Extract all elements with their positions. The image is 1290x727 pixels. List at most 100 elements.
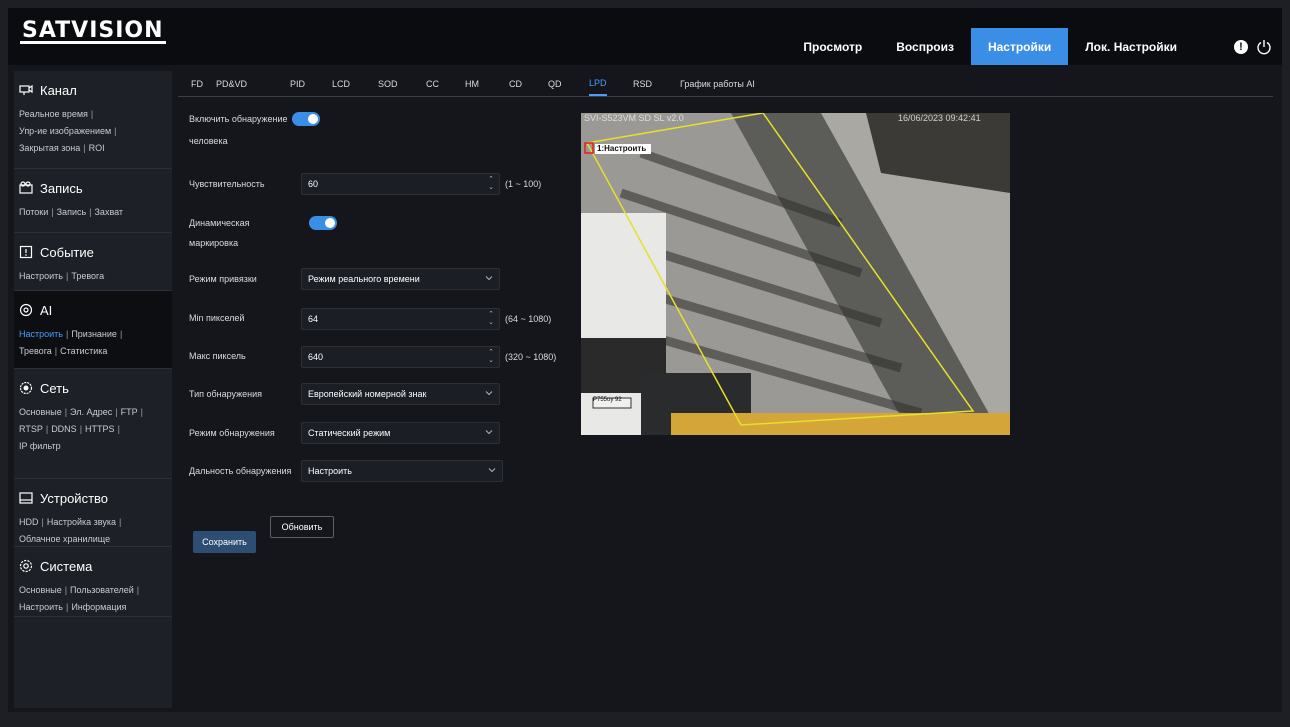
tab-pd-vd[interactable]: PD&VD <box>216 71 247 96</box>
video-preview[interactable]: SVI-S523VM SD SL v2.0 16/06/2023 09:42:4… <box>581 113 1010 435</box>
sidebar-section-header[interactable]: Устройство <box>19 487 167 509</box>
tab-hm[interactable]: HM <box>465 71 479 96</box>
chevron-down-icon <box>485 276 493 281</box>
app-window: SATVISION Просмотр Воспроиз Настройки Ло… <box>8 8 1282 712</box>
enable-label: Включить обнаружение <box>189 114 288 124</box>
network-icon <box>19 381 33 395</box>
sensitivity-input[interactable]: 60 ⌃ ⌄ <box>301 173 500 195</box>
tab-cc[interactable]: CC <box>426 71 439 96</box>
sidebar-link[interactable]: Основные <box>19 407 62 417</box>
sidebar-link[interactable]: Настройка звука <box>47 517 116 527</box>
plate-text: P755oy 92 <box>593 397 622 403</box>
sidebar-link[interactable]: Основные <box>19 585 62 595</box>
chevron-down-icon <box>485 391 493 396</box>
snap-label: Режим привязки <box>189 274 257 284</box>
nav-local-settings[interactable]: Лок. Настройки <box>1068 28 1194 65</box>
sidebar-link[interactable]: Захват <box>95 207 124 217</box>
sidebar-link-line: Закрытая зона | ROI <box>19 140 167 157</box>
dynamic-label-2: маркировка <box>189 238 239 248</box>
sidebar-link[interactable]: Эл. Адрес <box>70 407 112 417</box>
link-separator: | <box>45 424 49 434</box>
sidebar-link-line: Тревога | Статистика <box>19 343 167 360</box>
nav-settings[interactable]: Настройки <box>970 28 1069 65</box>
max-label: Макс пиксель <box>189 351 246 361</box>
tab-pid[interactable]: PID <box>290 71 305 96</box>
refresh-button[interactable]: Обновить <box>270 516 334 538</box>
sidebar-section-header[interactable]: Событие <box>19 241 167 263</box>
sidebar-link[interactable]: Признание <box>71 329 117 339</box>
sensitivity-spinner-icon[interactable]: ⌃ ⌄ <box>488 176 494 192</box>
dynamic-toggle[interactable] <box>309 216 337 230</box>
link-separator: | <box>51 207 54 217</box>
tab-rsd[interactable]: RSD <box>633 71 652 96</box>
link-separator: | <box>136 585 140 595</box>
sidebar-link[interactable]: FTP <box>121 407 138 417</box>
snap-select[interactable]: Режим реального времени <box>301 268 500 290</box>
tab-qd[interactable]: QD <box>548 71 562 96</box>
tab-lpd[interactable]: LPD <box>589 71 607 96</box>
enable-toggle[interactable] <box>291 112 320 126</box>
min-row: Min пикселей <box>189 308 299 328</box>
sidebar-section-header[interactable]: Канал <box>19 79 167 101</box>
min-pixels-input[interactable]: 64 ⌃ ⌄ <box>301 308 500 330</box>
max-row: Макс пиксель <box>189 346 299 366</box>
sidebar-link[interactable]: Информация <box>71 602 126 612</box>
link-separator: | <box>54 346 58 356</box>
mode-select[interactable]: Статический режим <box>301 422 500 444</box>
sidebar-link[interactable]: DDNS <box>51 424 77 434</box>
sidebar-link[interactable]: Пользователей <box>70 585 134 595</box>
link-separator: | <box>117 424 120 434</box>
tab-lcd[interactable]: LCD <box>332 71 350 96</box>
sidebar-link[interactable]: Реальное время <box>19 109 88 119</box>
mode-value: Статический режим <box>308 428 391 438</box>
alert-icon[interactable]: ! <box>1234 39 1248 54</box>
sidebar-link[interactable]: Потоки <box>19 207 48 217</box>
type-select[interactable]: Европейский номерной знак <box>301 383 500 405</box>
distance-select[interactable]: Настроить <box>301 460 503 482</box>
sidebar-link[interactable]: Настроить <box>19 329 63 339</box>
min-spinner-icon[interactable]: ⌃ ⌄ <box>488 311 494 327</box>
sidebar-link[interactable]: Запись <box>57 207 87 217</box>
link-separator: | <box>65 271 69 281</box>
sidebar-link[interactable]: Тревога <box>19 346 52 356</box>
power-icon[interactable] <box>1256 39 1272 55</box>
sidebar-link[interactable]: Тревога <box>71 271 104 281</box>
sidebar-links: Настроить | Тревога <box>19 268 167 285</box>
sidebar-section-header[interactable]: Система <box>19 555 167 577</box>
tab-sod[interactable]: SOD <box>378 71 398 96</box>
sidebar-link[interactable]: Настроить <box>19 602 63 612</box>
sidebar-link[interactable]: RTSP <box>19 424 43 434</box>
sidebar-link[interactable]: Статистика <box>60 346 107 356</box>
sidebar-link[interactable]: HDD <box>19 517 39 527</box>
sidebar-link[interactable]: HTTPS <box>85 424 115 434</box>
sidebar-link[interactable]: Закрытая зона <box>19 143 80 153</box>
sidebar-section-header[interactable]: Запись <box>19 177 167 199</box>
link-separator: | <box>41 517 44 527</box>
snap-row: Режим привязки <box>189 269 299 289</box>
max-spinner-icon[interactable]: ⌃ ⌄ <box>488 349 494 365</box>
max-pixels-input[interactable]: 640 ⌃ ⌄ <box>301 346 500 368</box>
sidebar-links: Настроить | Признание | Тревога | Статистика <box>19 326 167 360</box>
sidebar-link[interactable]: Настроить <box>19 271 63 281</box>
sidebar-section-header[interactable]: AI <box>19 299 167 321</box>
sidebar-link[interactable]: IP фильтр <box>19 441 61 451</box>
tab-график-работы-ai[interactable]: График работы AI <box>680 71 755 96</box>
nav-playback[interactable]: Воспроиз <box>879 28 971 65</box>
sidebar-link[interactable]: Облачное хранилище <box>19 534 110 544</box>
sidebar-link[interactable]: Упр-ие изображением <box>19 126 111 136</box>
sidebar-section-header[interactable]: Сеть <box>19 377 167 399</box>
tab-cd[interactable]: CD <box>509 71 522 96</box>
tab-fd[interactable]: FD <box>191 71 203 96</box>
nav-live-view[interactable]: Просмотр <box>786 28 879 65</box>
sidebar-section-title: AI <box>40 302 53 318</box>
max-value: 640 <box>308 352 324 362</box>
sidebar-link[interactable]: ROI <box>89 143 105 153</box>
sidebar: Канал Реальное время | Упр-ие изображением |… <box>14 71 172 708</box>
chevron-down-icon <box>485 430 493 435</box>
min-value: 64 <box>308 314 319 324</box>
save-button[interactable]: Сохранить <box>193 531 256 553</box>
sidebar-section: Событие Настроить | Тревога <box>14 233 172 291</box>
sidebar-section: Запись Потоки | Запись | Захват <box>14 169 172 233</box>
sidebar-section: Сеть Основные | Эл. Адрес | FTP | RTSP | DDNS | HTT… <box>14 369 172 479</box>
ai-icon <box>19 303 33 317</box>
